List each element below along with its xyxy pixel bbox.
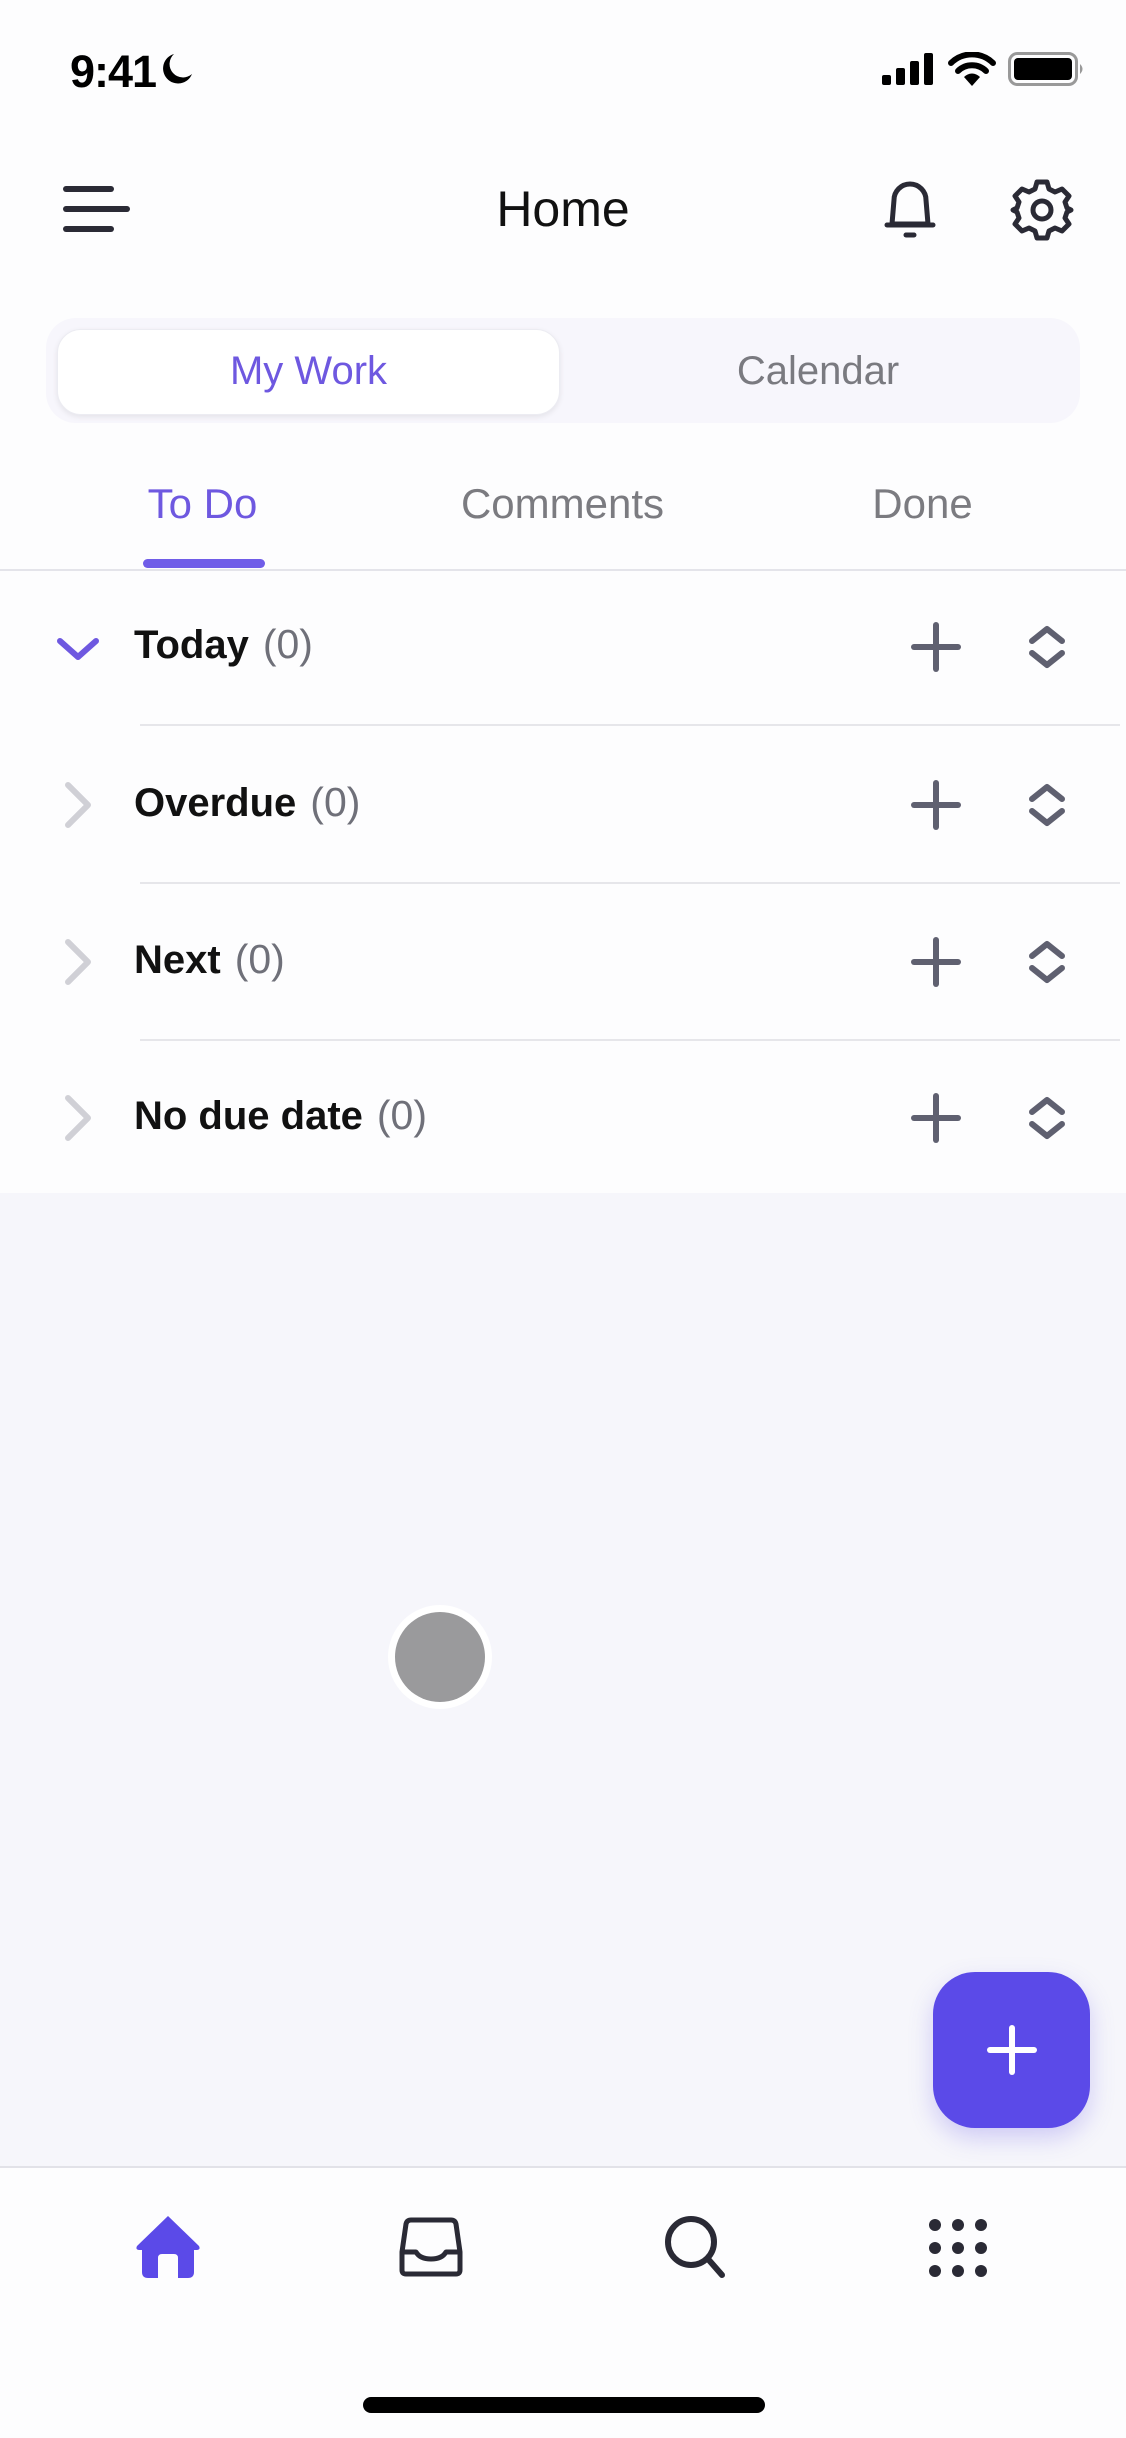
sort-icon[interactable] [1024,1094,1070,1142]
section-count: (0) [376,1092,428,1138]
section-title-text: Next [134,938,221,982]
section-title-text: Overdue [134,781,297,825]
grid-icon[interactable] [923,2212,993,2282]
section-count: (0) [234,936,285,982]
status-time: 9:41 [70,46,157,97]
gear-icon[interactable] [1010,178,1074,242]
tab-to-do[interactable]: To Do [110,480,295,528]
moon-icon [163,54,192,84]
plus-icon[interactable] [908,934,964,990]
signal-icon [882,53,933,85]
segment-calendar[interactable]: Calendar [563,349,1073,394]
sort-icon[interactable] [1024,938,1070,986]
plus-icon[interactable] [908,1090,964,1146]
section-count: (0) [262,621,313,667]
section-count: (0) [310,779,361,825]
sort-icon[interactable] [1024,781,1070,829]
tab-comments[interactable]: Comments [420,480,705,528]
row-divider [140,724,1120,726]
section-title-text: Today [134,623,249,667]
touch-indicator [395,1612,485,1702]
plus-icon [986,2025,1037,2075]
section-row-no-due-date[interactable]: No due date (0) [0,1040,1126,1196]
page-title: Home [496,181,630,237]
inbox-icon[interactable] [396,2212,466,2282]
chevron-right-icon[interactable] [56,1094,100,1142]
search-icon[interactable] [660,2212,730,2282]
section-title: Today (0) [134,621,313,668]
battery-icon [1008,52,1083,86]
chevron-right-icon[interactable] [56,938,100,986]
section-title: No due date (0) [134,1092,427,1139]
add-task-button[interactable] [933,1972,1090,2128]
home-icon[interactable] [133,2212,203,2282]
section-title: Overdue (0) [134,779,360,826]
chevron-down-icon[interactable] [56,623,100,671]
plus-icon[interactable] [908,777,964,833]
section-row-next[interactable]: Next (0) [0,884,1126,1041]
section-row-today[interactable]: Today (0) [0,569,1126,726]
section-row-overdue[interactable]: Overdue (0) [0,727,1126,884]
plus-icon[interactable] [908,619,964,675]
chevron-right-icon[interactable] [56,781,100,829]
tab-done[interactable]: Done [830,480,1015,528]
segment-my-work[interactable]: My Work [57,349,560,394]
home-indicator[interactable] [363,2397,765,2413]
sort-icon[interactable] [1024,623,1070,671]
bell-icon[interactable] [882,178,938,242]
section-title: Next (0) [134,936,285,983]
section-title-text: No due date [134,1094,363,1138]
active-tab-indicator [143,559,265,568]
wifi-icon [948,52,996,86]
